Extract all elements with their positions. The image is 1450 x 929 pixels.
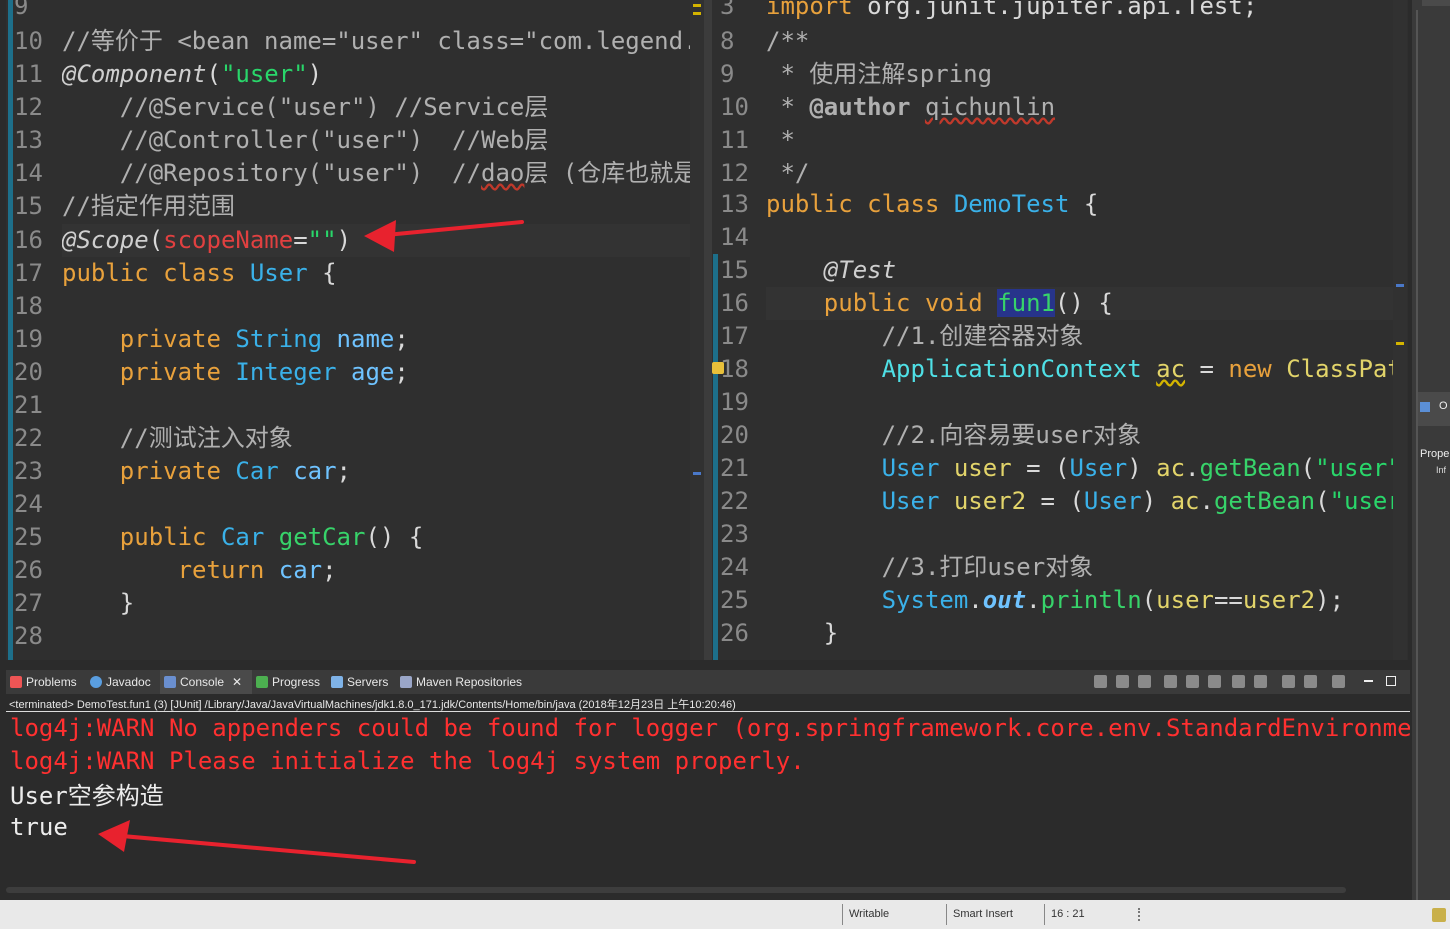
status-insert-mode[interactable]: Smart Insert — [953, 900, 1013, 929]
status-writable: Writable — [849, 908, 890, 920]
status-bar: Writable Smart Insert 16 : 21 — [0, 900, 1450, 929]
status-separator — [1044, 904, 1045, 925]
annotation-arrows — [98, 220, 524, 864]
arrow-true — [98, 820, 416, 864]
arrow-scope-shaft — [384, 220, 524, 237]
arrow-scope-head — [364, 220, 396, 252]
status-tray-icon[interactable] — [1432, 908, 1446, 922]
status-separator — [946, 904, 947, 925]
status-cursor-position: 16 : 21 — [1051, 908, 1085, 920]
status-more-icon[interactable] — [1138, 908, 1142, 921]
arrow-true-shaft — [120, 834, 416, 864]
arrow-true-head — [98, 820, 130, 852]
status-separator — [842, 904, 843, 925]
arrow-scope — [364, 220, 524, 252]
